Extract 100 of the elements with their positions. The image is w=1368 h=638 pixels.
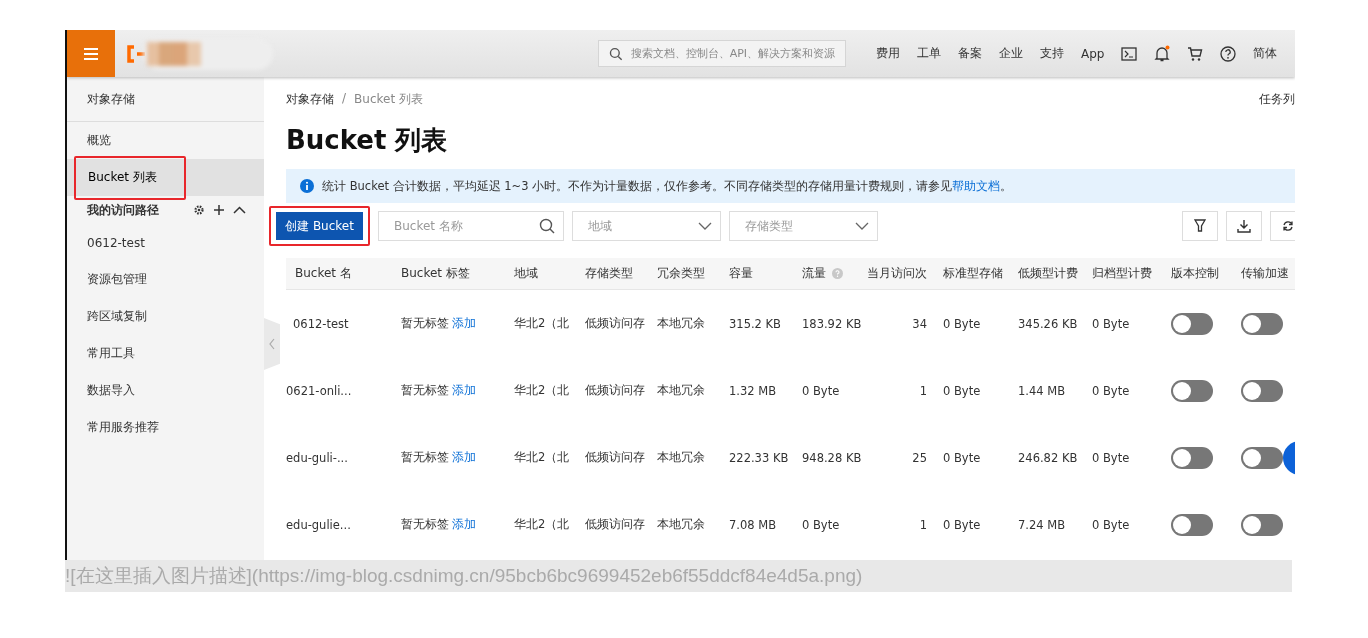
column-header: 版本控制	[1171, 265, 1219, 282]
table-cell: 1	[919, 517, 927, 532]
sidebar-group-label: 我的访问路径	[87, 201, 159, 219]
table-cell: 0 Byte	[1092, 517, 1130, 532]
sidebar-item[interactable]: 资源包管理	[67, 261, 264, 298]
annotation-frame: Bucket 列表	[74, 155, 186, 200]
table-cell: 34	[912, 316, 927, 331]
nav-link[interactable]: App	[1081, 46, 1105, 61]
table-cell: 本地冗余	[657, 450, 705, 465]
acceleration-toggle[interactable]	[1241, 513, 1283, 536]
table-cell: 0 Byte	[943, 316, 981, 331]
table-cell: 低频访问存	[585, 316, 645, 331]
column-header: 存储类型	[585, 265, 633, 282]
cart-icon[interactable]	[1187, 45, 1204, 62]
table-cell: 华北2（北	[514, 450, 570, 465]
plus-icon[interactable]	[213, 204, 225, 216]
table-cell: 1	[919, 383, 927, 398]
chevron-down-icon	[698, 222, 712, 230]
table-cell: 本地冗余	[657, 383, 705, 398]
column-header: 冗余类型	[657, 265, 705, 282]
download-icon	[1237, 219, 1251, 233]
terminal-icon[interactable]	[1121, 46, 1138, 61]
column-header: 归档型计费	[1092, 265, 1152, 282]
search-field[interactable]: 搜索文档、控制台、API、解决方案和资源	[598, 40, 846, 67]
table-cell: 低频访问存	[585, 517, 645, 532]
acceleration-toggle[interactable]	[1241, 312, 1283, 335]
table-cell: 183.92 KB	[802, 316, 862, 331]
table-cell: 本地冗余	[657, 517, 705, 532]
refresh-icon	[1282, 220, 1294, 232]
breadcrumb-link[interactable]: 对象存储	[286, 90, 334, 108]
table-cell: 0 Byte	[943, 517, 981, 532]
sidebar-item[interactable]: 常用服务推荐	[67, 409, 264, 446]
add-tag-link[interactable]: 添加	[452, 316, 476, 331]
table-cell: 华北2（北	[514, 383, 570, 398]
table-cell: 222.33 KB	[729, 450, 789, 465]
sidebar-item[interactable]: 数据导入	[67, 372, 264, 409]
help-link[interactable]: 帮助文档	[952, 178, 1001, 193]
chevron-down-icon	[855, 222, 869, 230]
table-cell: 7.08 MB	[729, 517, 777, 532]
nav-link[interactable]: 企业	[999, 45, 1023, 62]
tag-text: 暂无标签	[401, 517, 449, 532]
bucket-name-link[interactable]: edu-guli-...	[286, 450, 348, 465]
acceleration-toggle[interactable]	[1241, 446, 1283, 469]
download-button[interactable]	[1226, 211, 1262, 241]
table-cell: 低频访问存	[585, 450, 645, 465]
table-cell: 本地冗余	[657, 316, 705, 331]
bell-icon[interactable]	[1154, 44, 1171, 63]
funnel-icon	[1194, 219, 1206, 233]
table-cell: 低频访问存	[585, 383, 645, 398]
nav-link[interactable]: 支持	[1040, 45, 1064, 62]
column-header: 标准型存储	[943, 265, 1003, 282]
info-icon	[300, 179, 314, 193]
sidebar-item[interactable]: 跨区域复制	[67, 298, 264, 335]
tag-text: 暂无标签	[401, 450, 449, 465]
filter-button[interactable]	[1182, 211, 1218, 241]
versioning-toggle[interactable]	[1171, 446, 1213, 469]
menu-icon	[83, 46, 99, 61]
nav-link[interactable]: 费用	[876, 45, 900, 62]
add-tag-link[interactable]: 添加	[452, 383, 476, 398]
table-cell: 315.2 KB	[729, 316, 781, 331]
add-tag-link[interactable]: 添加	[452, 450, 476, 465]
acceleration-toggle[interactable]	[1241, 379, 1283, 402]
help-icon	[832, 268, 843, 279]
search-icon	[609, 46, 623, 61]
create-bucket-button[interactable]: 创建 Bucket	[276, 212, 363, 240]
breadcrumb-separator: /	[342, 90, 347, 107]
help-icon[interactable]	[1220, 45, 1237, 62]
bucket-name-link[interactable]: 0612-test	[293, 316, 349, 331]
task-list-link[interactable]: 任务列	[1259, 90, 1295, 108]
column-header: 流量	[802, 265, 826, 282]
table-cell: 0 Byte	[1092, 383, 1130, 398]
table-cell: 0 Byte	[943, 383, 981, 398]
table-cell: 1.32 MB	[729, 383, 777, 398]
gear-icon[interactable]	[193, 204, 205, 216]
breadcrumb-current: Bucket 列表	[354, 90, 423, 108]
bucket-name-link[interactable]: 0621-onli...	[286, 383, 352, 398]
chevron-left-icon	[269, 338, 275, 350]
sidebar-item[interactable]: 常用工具	[67, 335, 264, 372]
table-cell: 0 Byte	[943, 450, 981, 465]
add-tag-link[interactable]: 添加	[452, 517, 476, 532]
table-cell: 948.28 KB	[802, 450, 862, 465]
page-title: Bucket 列表	[286, 125, 449, 155]
language-link[interactable]: 简体	[1253, 45, 1278, 62]
sidebar-item[interactable]: 0612-test	[67, 224, 264, 261]
nav-link[interactable]: 工单	[917, 45, 941, 62]
collapse-icon[interactable]	[233, 206, 246, 214]
versioning-toggle[interactable]	[1171, 379, 1213, 402]
versioning-toggle[interactable]	[1171, 312, 1213, 335]
versioning-toggle[interactable]	[1171, 513, 1213, 536]
table-cell: 华北2（北	[514, 316, 570, 331]
bucket-name-link[interactable]: edu-gulie...	[286, 517, 351, 532]
info-text: 统计 Bucket 合计数据，平均延迟 1~3 小时。不作为计量数据，仅作参考。不同存储类型的存储用量计费规则，请参见帮助文档。	[322, 178, 1013, 194]
column-header: 当月访问次	[867, 265, 927, 282]
nav-link[interactable]: 备案	[958, 45, 982, 62]
collapse-handle[interactable]	[264, 318, 280, 370]
bucket-name-search-field[interactable]: Bucket 名称	[378, 211, 564, 241]
table-cell: 25	[912, 450, 927, 465]
menu-button[interactable]	[67, 30, 115, 77]
sidebar-title: 对象存储	[67, 77, 264, 122]
table-cell: 0 Byte	[1092, 316, 1130, 331]
